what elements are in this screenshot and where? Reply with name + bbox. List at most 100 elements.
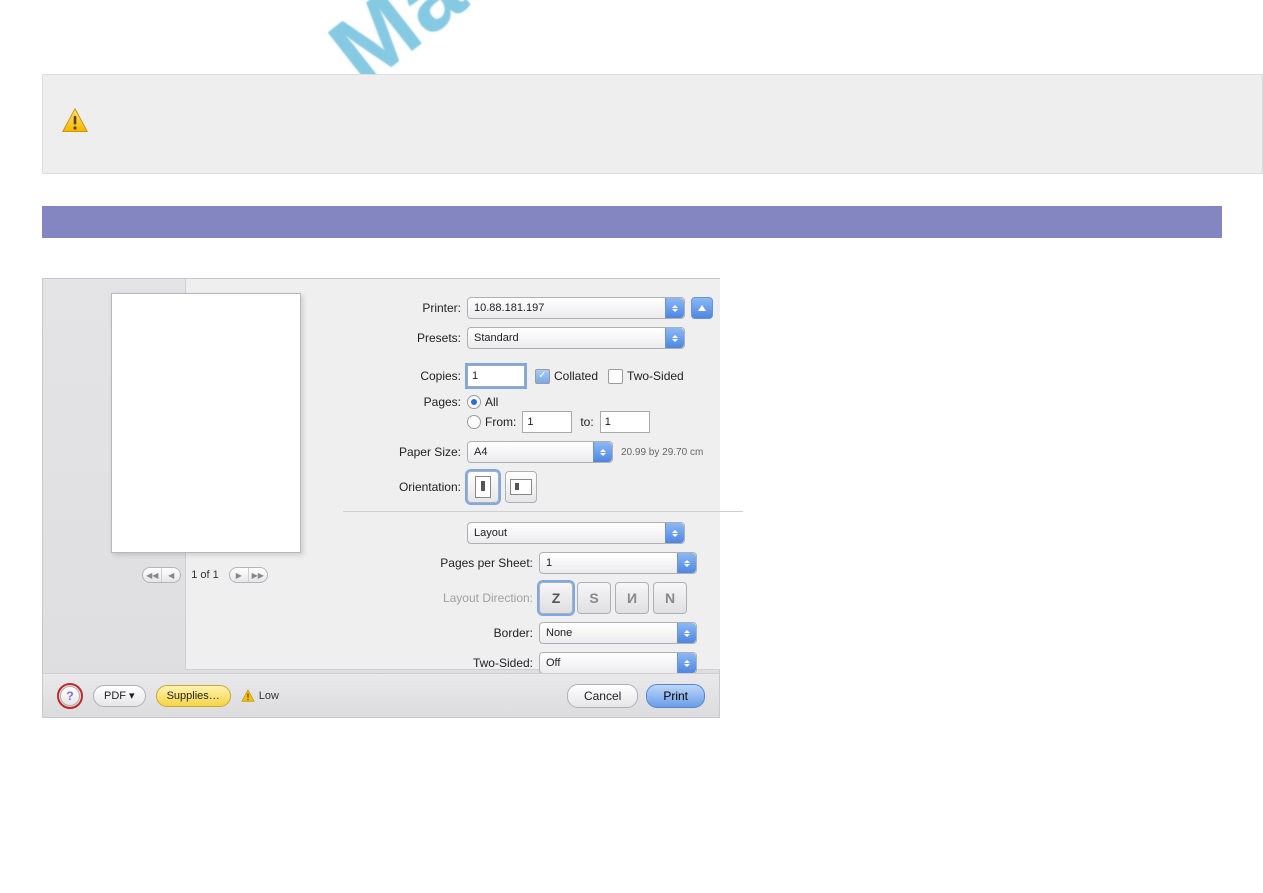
border-select[interactable]: None — [539, 622, 697, 644]
row-border: Border: None — [343, 622, 743, 644]
row-two-sided: Two-Sided: Off — [343, 652, 743, 674]
two-sided-cb-label: Two-Sided — [627, 369, 684, 383]
layout-dir-2-button[interactable]: S — [577, 582, 611, 614]
help-button[interactable]: ? — [57, 683, 83, 709]
row-pages-range: From: 1 to: 1 — [343, 411, 743, 433]
two-sided-select[interactable]: Off — [539, 652, 697, 674]
row-copies: Copies: 1 Collated Two-Sided — [343, 365, 743, 387]
presets-value: Standard — [474, 332, 519, 344]
print-label: Print — [663, 689, 688, 703]
layout-dir-3-glyph: И — [627, 590, 637, 606]
nav-next-icon: ▶ — [230, 568, 249, 582]
paper-size-value: A4 — [474, 446, 487, 458]
copies-value: 1 — [472, 370, 478, 382]
copies-input[interactable]: 1 — [467, 365, 525, 387]
collated-label: Collated — [554, 369, 598, 383]
landscape-icon — [510, 479, 532, 495]
chevron-updown-icon — [677, 623, 696, 643]
row-pps: Pages per Sheet: 1 — [343, 552, 743, 574]
low-supplies-indicator: Low — [241, 689, 279, 703]
label-two-sided: Two-Sided: — [343, 656, 539, 670]
nav-first-prev[interactable]: ◀◀ ◀ — [142, 567, 181, 583]
print-dialog: ◀◀ ◀ 1 of 1 ▶ ▶▶ Printer: 10.88.181.197 — [42, 278, 720, 718]
section-select[interactable]: Layout — [467, 522, 685, 544]
nav-last-icon: ▶▶ — [249, 568, 267, 582]
warning-icon — [61, 107, 89, 135]
layout-dir-4-glyph: N — [665, 590, 675, 606]
label-printer: Printer: — [343, 301, 467, 315]
layout-dir-1-button[interactable]: Z — [539, 582, 573, 614]
pages-all-radio[interactable] — [467, 395, 481, 409]
row-orientation: Orientation: — [343, 471, 743, 503]
pdf-button[interactable]: PDF ▾ — [93, 685, 146, 707]
row-presets: Presets: Standard — [343, 327, 743, 349]
layout-dir-1-glyph: Z — [552, 590, 561, 606]
pages-from-input[interactable]: 1 — [522, 411, 572, 433]
paper-size-hint: 20.99 by 29.70 cm — [621, 447, 703, 458]
pages-to-label: to: — [580, 415, 593, 429]
low-label: Low — [259, 690, 279, 702]
chevron-updown-icon — [665, 523, 684, 543]
label-border: Border: — [343, 626, 539, 640]
pages-from-value: 1 — [527, 416, 533, 428]
divider — [343, 511, 743, 512]
layout-dir-2-glyph: S — [589, 590, 598, 606]
warning-banner — [42, 74, 1263, 174]
collapse-details-button[interactable] — [691, 297, 713, 319]
border-value: None — [546, 627, 572, 639]
chevron-updown-icon — [593, 442, 612, 462]
triangle-up-icon — [698, 305, 706, 311]
orientation-portrait-button[interactable] — [467, 471, 499, 503]
label-pages: Pages: — [343, 395, 467, 409]
printer-value: 10.88.181.197 — [474, 302, 544, 314]
row-paper-size: Paper Size: A4 20.99 by 29.70 cm — [343, 441, 743, 463]
chevron-updown-icon — [677, 553, 696, 573]
pages-from-label: From: — [485, 415, 516, 429]
label-presets: Presets: — [343, 331, 467, 345]
cancel-button[interactable]: Cancel — [567, 684, 638, 708]
nav-first-icon: ◀◀ — [143, 568, 162, 582]
row-pages-all: Pages: All — [343, 395, 743, 409]
pages-per-sheet-value: 1 — [546, 557, 552, 569]
layout-dir-4-button[interactable]: N — [653, 582, 687, 614]
nav-next-last[interactable]: ▶ ▶▶ — [229, 567, 268, 583]
print-form: Printer: 10.88.181.197 Presets: Standard… — [343, 297, 743, 705]
row-printer: Printer: 10.88.181.197 — [343, 297, 743, 319]
layout-dir-3-button[interactable]: И — [615, 582, 649, 614]
preview-pane: ◀◀ ◀ 1 of 1 ▶ ▶▶ — [111, 293, 299, 601]
nav-prev-icon: ◀ — [162, 568, 180, 582]
help-icon: ? — [60, 686, 80, 706]
chevron-updown-icon — [677, 653, 696, 673]
paper-size-select[interactable]: A4 — [467, 441, 613, 463]
preview-page — [111, 293, 301, 553]
label-paper-size: Paper Size: — [343, 445, 467, 459]
page-root: Manualshive.com ◀◀ ◀ 1 of 1 ▶ ▶▶ — [0, 0, 1263, 893]
row-layout-dir: Layout Direction: Z S И N — [343, 582, 743, 614]
presets-select[interactable]: Standard — [467, 327, 685, 349]
pages-range-radio[interactable] — [467, 415, 481, 429]
label-pages-per-sheet: Pages per Sheet: — [343, 556, 539, 570]
pages-to-input[interactable]: 1 — [600, 411, 650, 433]
cancel-label: Cancel — [584, 689, 621, 703]
pages-to-value: 1 — [605, 416, 611, 428]
portrait-icon — [475, 476, 491, 498]
collated-checkbox[interactable] — [535, 369, 550, 384]
pages-all-label: All — [485, 395, 498, 409]
preview-nav: ◀◀ ◀ 1 of 1 ▶ ▶▶ — [111, 567, 299, 583]
purple-bar — [42, 206, 1222, 238]
label-layout-direction: Layout Direction: — [343, 591, 539, 605]
pages-per-sheet-select[interactable]: 1 — [539, 552, 697, 574]
two-sided-value: Off — [546, 657, 560, 669]
row-section: Layout — [343, 522, 743, 544]
label-copies: Copies: — [343, 369, 467, 383]
pdf-label: PDF ▾ — [104, 689, 135, 702]
chevron-updown-icon — [665, 328, 684, 348]
dialog-bottom-bar: ? PDF ▾ Supplies… Low Cancel Print — [43, 673, 719, 717]
supplies-label: Supplies… — [167, 690, 220, 702]
supplies-button[interactable]: Supplies… — [156, 685, 231, 707]
warning-small-icon — [241, 689, 255, 703]
print-button[interactable]: Print — [646, 684, 705, 708]
printer-select[interactable]: 10.88.181.197 — [467, 297, 685, 319]
orientation-landscape-button[interactable] — [505, 471, 537, 503]
two-sided-checkbox[interactable] — [608, 369, 623, 384]
